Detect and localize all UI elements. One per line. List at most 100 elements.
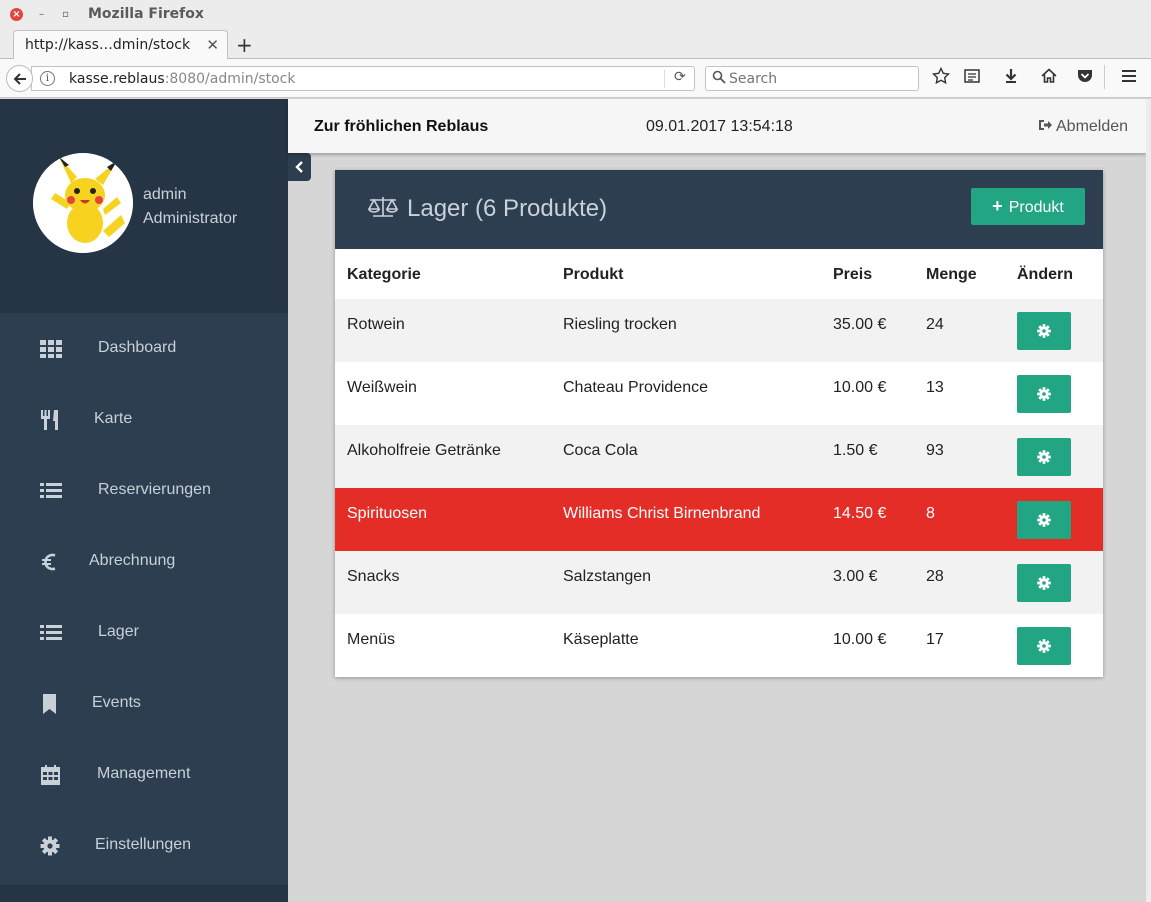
sidebar-item-events[interactable]: Events bbox=[0, 668, 288, 739]
stock-title: Lager (6 Produkte) bbox=[407, 195, 608, 222]
add-product-label: Produkt bbox=[1008, 199, 1064, 216]
grid-icon bbox=[40, 340, 62, 358]
sidebar-item-label: Dashboard bbox=[98, 339, 177, 356]
url-host: kasse.reblaus bbox=[69, 71, 165, 87]
cell-produkt: Salzstangen bbox=[563, 568, 652, 585]
user-role: Administrator bbox=[143, 210, 238, 227]
cell-preis: 10.00 € bbox=[833, 379, 887, 396]
table-row-low-stock: Spirituosen Williams Christ Birnenbrand … bbox=[335, 488, 1103, 551]
table-row: Alkoholfreie Getränke Coca Cola 1.50 € 9… bbox=[335, 425, 1103, 488]
stock-panel-header: Lager (6 Produkte) + Produkt bbox=[335, 170, 1103, 249]
current-datetime: 09.01.2017 13:54:18 bbox=[646, 118, 793, 135]
cell-preis: 35.00 € bbox=[833, 316, 887, 333]
info-icon[interactable]: i bbox=[40, 71, 55, 86]
table-header: Kategorie Produkt Preis Menge Ändern bbox=[335, 249, 1103, 299]
cell-kategorie: Alkoholfreie Getränke bbox=[347, 442, 501, 459]
search-bar[interactable] bbox=[705, 66, 919, 91]
sidebar-item-lager[interactable]: Lager bbox=[0, 597, 288, 668]
tab-close-icon[interactable]: ✕ bbox=[206, 36, 219, 54]
table-row: Weißwein Chateau Providence 10.00 € 13 bbox=[335, 362, 1103, 425]
sidebar-item-einstellungen[interactable]: Einstellungen bbox=[0, 810, 288, 881]
gear-icon bbox=[1037, 639, 1051, 653]
gear-icon bbox=[1037, 324, 1051, 338]
cell-preis: 10.00 € bbox=[833, 631, 887, 648]
column-header-kategorie[interactable]: Kategorie bbox=[347, 266, 421, 284]
column-header-aendern: Ändern bbox=[1017, 266, 1073, 283]
calendar-icon bbox=[41, 765, 60, 785]
edit-product-button[interactable] bbox=[1017, 627, 1071, 665]
table-row: Snacks Salzstangen 3.00 € 28 bbox=[335, 551, 1103, 614]
cell-kategorie: Weißwein bbox=[347, 379, 417, 396]
menu-icon[interactable] bbox=[1120, 67, 1138, 85]
cell-menge: 93 bbox=[926, 442, 944, 459]
bookmark-star-icon[interactable] bbox=[932, 67, 950, 85]
balance-scale-icon bbox=[367, 197, 399, 217]
window-close-button[interactable]: × bbox=[10, 8, 23, 21]
edit-product-button[interactable] bbox=[1017, 375, 1071, 413]
cell-kategorie: Spirituosen bbox=[347, 505, 428, 522]
gear-icon bbox=[40, 836, 60, 856]
gear-icon bbox=[1037, 387, 1051, 401]
pocket-icon[interactable] bbox=[1076, 67, 1094, 85]
column-header-preis[interactable]: Preis bbox=[833, 266, 872, 284]
new-tab-button[interactable]: + bbox=[236, 33, 253, 57]
sidebar-item-label: Reservierungen bbox=[98, 481, 211, 498]
sidebar-item-reservierungen[interactable]: Reservierungen bbox=[0, 455, 288, 526]
pikachu-avatar-icon bbox=[33, 153, 133, 253]
euro-icon bbox=[42, 553, 56, 571]
home-icon[interactable] bbox=[1040, 67, 1058, 85]
url-bar[interactable]: i kasse.reblaus:8080/admin/stock ⟳ bbox=[31, 66, 695, 91]
search-input[interactable] bbox=[729, 69, 914, 89]
edit-product-button[interactable] bbox=[1017, 564, 1071, 602]
table-row: Menüs Käseplatte 10.00 € 17 bbox=[335, 614, 1103, 677]
cell-menge: 13 bbox=[926, 379, 944, 396]
cell-preis: 14.50 € bbox=[833, 505, 887, 522]
cell-kategorie: Rotwein bbox=[347, 316, 405, 333]
browser-tab[interactable]: http://kass…dmin/stock ✕ bbox=[13, 30, 228, 60]
bookmark-icon bbox=[43, 694, 56, 714]
cutlery-icon bbox=[41, 410, 58, 430]
shop-name: Zur fröhlichen Reblaus bbox=[314, 118, 489, 135]
sidebar: admin Administrator Dashboard Karte Rese… bbox=[0, 99, 288, 902]
cell-kategorie: Menüs bbox=[347, 631, 396, 648]
sidebar-item-label: Lager bbox=[98, 623, 139, 640]
column-header-menge[interactable]: Menge bbox=[926, 266, 977, 284]
window-minimize-button[interactable]: – bbox=[35, 8, 48, 21]
toolbar-separator bbox=[1104, 65, 1105, 89]
sidebar-item-dashboard[interactable]: Dashboard bbox=[0, 313, 288, 384]
url-path: :8080/admin/stock bbox=[164, 71, 296, 87]
sidebar-footer bbox=[0, 885, 288, 902]
column-header-produkt[interactable]: Produkt bbox=[563, 266, 623, 284]
reload-icon[interactable]: ⟳ bbox=[674, 69, 686, 85]
window-titlebar: × – ▫ Mozilla Firefox bbox=[0, 0, 1151, 30]
reading-list-icon[interactable] bbox=[963, 67, 981, 85]
edit-product-button[interactable] bbox=[1017, 501, 1071, 539]
logout-label: Abmelden bbox=[1056, 118, 1129, 135]
download-icon[interactable] bbox=[1002, 67, 1020, 85]
sidebar-item-abrechnung[interactable]: Abrechnung bbox=[0, 526, 288, 597]
sidebar-collapse-button[interactable] bbox=[288, 153, 311, 181]
cell-preis: 1.50 € bbox=[833, 442, 878, 459]
plus-icon: + bbox=[992, 196, 1003, 216]
cell-menge: 28 bbox=[926, 568, 944, 585]
cell-produkt: Williams Christ Birnenbrand bbox=[563, 505, 761, 522]
add-product-button[interactable]: + Produkt bbox=[971, 188, 1085, 225]
list-icon bbox=[40, 483, 62, 498]
user-name: admin bbox=[143, 186, 187, 203]
sidebar-item-management[interactable]: Management bbox=[0, 739, 288, 810]
sign-out-icon bbox=[1039, 120, 1052, 130]
back-arrow-icon bbox=[13, 73, 26, 85]
cell-preis: 3.00 € bbox=[833, 568, 878, 585]
logout-link[interactable]: Abmelden bbox=[1038, 118, 1128, 136]
edit-product-button[interactable] bbox=[1017, 312, 1071, 350]
back-button[interactable] bbox=[6, 65, 33, 92]
list-icon bbox=[40, 625, 62, 640]
cell-produkt: Coca Cola bbox=[563, 442, 638, 459]
window-title: Mozilla Firefox bbox=[88, 6, 204, 22]
sidebar-item-label: Management bbox=[97, 765, 191, 782]
window-maximize-button[interactable]: ▫ bbox=[59, 8, 72, 21]
sidebar-item-karte[interactable]: Karte bbox=[0, 384, 288, 455]
navigation-toolbar: i kasse.reblaus:8080/admin/stock ⟳ bbox=[0, 59, 1151, 98]
cell-menge: 8 bbox=[926, 505, 935, 522]
edit-product-button[interactable] bbox=[1017, 438, 1071, 476]
